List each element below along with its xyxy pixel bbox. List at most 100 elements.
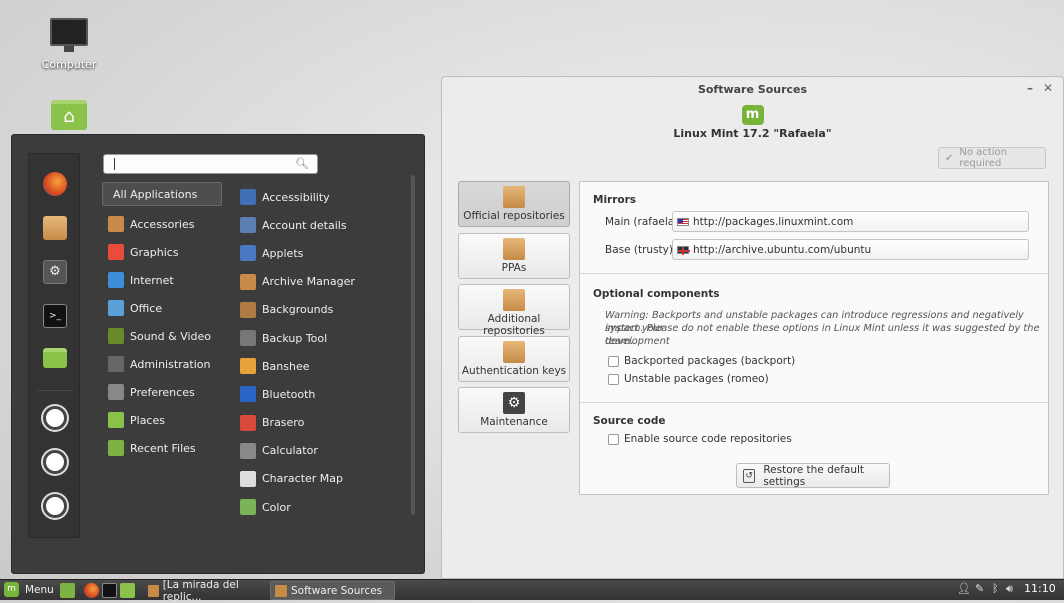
package-icon — [503, 237, 525, 260]
checkbox-box[interactable] — [608, 373, 619, 385]
menu-category-administration[interactable]: Administration — [102, 350, 222, 378]
base-mirror-field[interactable]: http://archive.ubuntu.com/ubuntu — [672, 239, 1029, 260]
menu-app-bluetooth[interactable]: Bluetooth — [240, 380, 408, 408]
category-label: Office — [130, 301, 163, 315]
restore-icon: ↺ — [743, 468, 756, 483]
menu-category-recent-files[interactable]: Recent Files — [102, 434, 222, 462]
home-folder-icon — [51, 100, 87, 130]
menu-search-input[interactable]: 🔍︎ — [103, 154, 318, 174]
category-label: Preferences — [130, 385, 195, 399]
tab-official-repositories[interactable]: Official repositories — [458, 181, 570, 227]
tab-maintenance[interactable]: ⚙ Maintenance — [458, 387, 570, 433]
main-mirror-field[interactable]: http://packages.linuxmint.com — [672, 211, 1029, 232]
shutdown-icon[interactable] — [43, 494, 67, 518]
application-list: Accessibility Account details Applets Archi… — [240, 183, 408, 521]
source-code-checkbox[interactable]: Enable source code repositories — [608, 433, 792, 445]
tab-authentication-keys[interactable]: Authentication keys — [458, 335, 570, 382]
app-icon — [240, 301, 256, 318]
brand-header: m Linux Mint 17.2 "Rafaela" — [442, 105, 1063, 140]
menu-app-applets[interactable]: Applets — [240, 239, 408, 267]
category-icon — [108, 440, 124, 456]
desktop-icon-home[interactable] — [34, 100, 104, 134]
menu-category-accessories[interactable]: Accessories — [102, 210, 222, 238]
restore-defaults-button[interactable]: ↺ Restore the default settings — [736, 463, 890, 488]
checkbox-box[interactable] — [608, 433, 619, 445]
firefox-icon[interactable] — [84, 583, 99, 598]
bluetooth-icon[interactable]: ᛒ — [992, 582, 999, 595]
settings-icon[interactable]: ⚙ — [43, 260, 67, 284]
app-label: Backup Tool — [262, 331, 328, 345]
menu-app-backup-tool[interactable]: Backup Tool — [240, 324, 408, 352]
app-icon — [240, 414, 256, 431]
close-icon[interactable]: ✕ — [1043, 81, 1053, 95]
user-icon[interactable]: 👤︎ — [957, 582, 971, 595]
menu-scrollbar[interactable] — [411, 175, 415, 515]
window-titlebar[interactable]: Software Sources – ✕ — [442, 77, 1063, 101]
no-action-button[interactable]: ✔ No action required — [938, 147, 1046, 169]
warning-line-2: system. Please do not enable these optio… — [605, 323, 1040, 347]
firefox-icon[interactable] — [43, 172, 67, 196]
category-label: Accessories — [130, 217, 195, 231]
menu-category-places[interactable]: Places — [102, 406, 222, 434]
menu-app-archive-manager[interactable]: Archive Manager — [240, 268, 408, 296]
files-icon[interactable] — [120, 583, 135, 598]
category-icon — [108, 216, 124, 232]
taskbar-item-software-sources[interactable]: Software Sources — [270, 581, 395, 600]
tab-label: Authentication keys — [461, 364, 567, 377]
software-sources-window: Software Sources – ✕ m Linux Mint 17.2 "… — [441, 76, 1064, 579]
app-icon — [240, 442, 256, 459]
taskbar-item-browser[interactable]: [La mirada del replic... — [144, 579, 268, 603]
package-icon — [148, 584, 159, 597]
show-desktop-icon[interactable] — [60, 583, 75, 598]
terminal-icon[interactable] — [102, 583, 117, 598]
unstable-checkbox[interactable]: Unstable packages (romeo) — [608, 373, 769, 385]
us-flag-icon — [677, 217, 689, 226]
bottom-panel: m Menu [La mirada del replic... Software… — [0, 579, 1064, 603]
folder-icon[interactable] — [43, 348, 67, 368]
package-key-icon — [503, 340, 525, 363]
menu-app-character-map[interactable]: Character Map — [240, 465, 408, 493]
category-icon — [108, 328, 124, 344]
menu-app-brasero[interactable]: Brasero — [240, 409, 408, 437]
uk-flag-icon — [677, 245, 690, 255]
network-icon[interactable]: ✎ — [975, 582, 984, 595]
menu-category-internet[interactable]: Internet — [102, 266, 222, 294]
official-repositories-pane: Mirrors Main (rafaela) http://packages.l… — [579, 181, 1049, 495]
menu-app-banshee[interactable]: Banshee — [240, 352, 408, 380]
window-title: Software Sources — [697, 82, 808, 96]
tab-label: Official repositories — [463, 210, 565, 222]
maintenance-icon: ⚙ — [503, 392, 525, 414]
lock-screen-icon[interactable] — [43, 406, 67, 430]
logout-icon[interactable] — [43, 450, 67, 474]
app-icon — [240, 358, 256, 375]
menu-button[interactable]: m Menu — [4, 582, 54, 597]
menu-app-account-details[interactable]: Account details — [240, 211, 408, 239]
menu-app-calculator[interactable]: Calculator — [240, 437, 408, 465]
menu-app-accessibility[interactable]: Accessibility — [240, 183, 408, 211]
app-icon — [240, 189, 256, 206]
menu-category-preferences[interactable]: Preferences — [102, 378, 222, 406]
package-icon[interactable] — [43, 216, 67, 240]
search-icon: 🔍︎ — [295, 157, 309, 170]
category-label: Administration — [130, 357, 211, 371]
app-label: Account details — [262, 218, 347, 232]
minimize-icon[interactable]: – — [1027, 81, 1033, 95]
category-label: Internet — [130, 273, 174, 287]
menu-app-backgrounds[interactable]: Backgrounds — [240, 296, 408, 324]
tab-ppas[interactable]: PPAs — [458, 232, 570, 279]
desktop-icon-computer[interactable]: Computer — [34, 18, 104, 71]
backport-checkbox[interactable]: Backported packages (backport) — [608, 355, 795, 367]
menu-app-color[interactable]: Color — [240, 493, 408, 521]
tab-additional-repositories[interactable]: Additional repositories — [458, 284, 570, 337]
clock[interactable]: 11:10 — [1024, 582, 1056, 595]
volume-icon[interactable]: 🔊︎ — [1006, 582, 1013, 596]
menu-category-all-applications[interactable]: All Applications — [102, 182, 222, 206]
app-label: Accessibility — [262, 190, 330, 204]
terminal-icon[interactable]: >_ — [43, 304, 67, 328]
checkbox-box[interactable] — [608, 355, 619, 367]
menu-category-sound-video[interactable]: Sound & Video — [102, 322, 222, 350]
source-code-title: Source code — [593, 415, 666, 427]
app-label: Character Map — [262, 472, 344, 486]
menu-category-graphics[interactable]: Graphics — [102, 238, 222, 266]
menu-category-office[interactable]: Office — [102, 294, 222, 322]
